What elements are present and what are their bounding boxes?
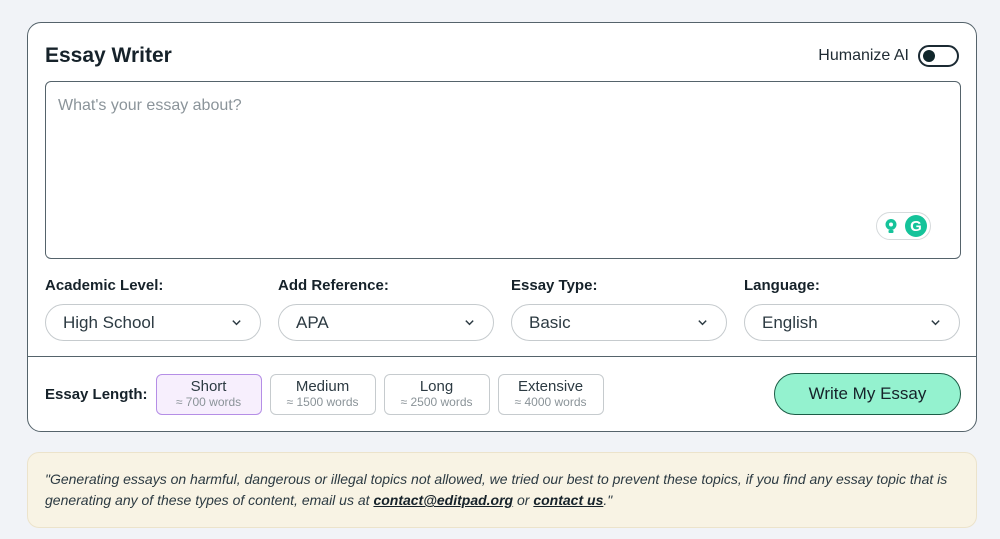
length-option-words: ≈ 700 words bbox=[175, 395, 242, 409]
add-reference-select[interactable]: APA bbox=[278, 304, 494, 341]
add-reference-label: Add Reference: bbox=[278, 277, 389, 294]
academic-level-select[interactable]: High School bbox=[45, 304, 261, 341]
length-option-words: ≈ 4000 words bbox=[514, 395, 587, 409]
length-option-words: ≈ 2500 words bbox=[400, 395, 473, 409]
length-option-title: Extensive bbox=[518, 378, 584, 395]
essay-length-row: Essay Length: Short ≈ 700 words Medium ≈… bbox=[45, 373, 961, 415]
chevron-down-icon bbox=[931, 320, 940, 326]
essay-options: Academic Level: High School Add Referenc… bbox=[45, 277, 961, 341]
divider bbox=[28, 356, 976, 357]
toggle-knob bbox=[923, 50, 935, 62]
length-option-title: Long bbox=[419, 378, 454, 395]
content-policy-notice: "Generating essays on harmful, dangerous… bbox=[27, 452, 977, 528]
length-option-long[interactable]: Long ≈ 2500 words bbox=[383, 373, 490, 415]
add-reference-value: APA bbox=[296, 312, 329, 332]
textarea-tools: G bbox=[876, 212, 931, 240]
essay-type-select[interactable]: Basic bbox=[511, 304, 727, 341]
humanize-ai-toggle-group: Humanize AI bbox=[818, 45, 959, 67]
chevron-down-icon bbox=[232, 320, 241, 326]
language-select[interactable]: English bbox=[744, 304, 960, 341]
essay-type-label: Essay Type: bbox=[511, 277, 598, 294]
essay-type-value: Basic bbox=[529, 312, 571, 332]
lightbulb-icon[interactable] bbox=[880, 215, 902, 237]
academic-level-value: High School bbox=[63, 312, 155, 332]
contact-email-link[interactable]: contact@editpad.org bbox=[373, 492, 513, 508]
humanize-ai-label: Humanize AI bbox=[818, 47, 909, 64]
length-option-title: Medium bbox=[295, 378, 350, 395]
essay-type-group: Essay Type: Basic bbox=[511, 277, 727, 341]
academic-level-group: Academic Level: High School bbox=[45, 277, 261, 341]
length-option-words: ≈ 1500 words bbox=[286, 395, 359, 409]
grammarly-icon[interactable]: G bbox=[905, 215, 927, 237]
language-group: Language: English bbox=[744, 277, 960, 341]
essay-topic-input[interactable]: What's your essay about? G bbox=[45, 81, 961, 259]
essay-length-label: Essay Length: bbox=[45, 385, 148, 403]
academic-level-label: Academic Level: bbox=[45, 277, 164, 294]
length-option-short[interactable]: Short ≈ 700 words bbox=[155, 373, 262, 415]
length-option-title: Short bbox=[190, 378, 227, 395]
humanize-ai-toggle[interactable] bbox=[918, 45, 959, 67]
language-label: Language: bbox=[744, 277, 820, 294]
contact-us-link[interactable]: contact us bbox=[533, 492, 603, 508]
add-reference-group: Add Reference: APA bbox=[278, 277, 494, 341]
length-option-extensive[interactable]: Extensive ≈ 4000 words bbox=[497, 373, 604, 415]
notice-text-after: ." bbox=[603, 492, 613, 508]
notice-text-middle: or bbox=[513, 492, 534, 508]
essay-writer-card: Essay Writer Humanize AI What's your ess… bbox=[27, 22, 977, 432]
essay-topic-placeholder: What's your essay about? bbox=[58, 97, 242, 114]
language-value: English bbox=[762, 312, 818, 332]
write-my-essay-button[interactable]: Write My Essay bbox=[774, 373, 961, 415]
length-option-medium[interactable]: Medium ≈ 1500 words bbox=[269, 373, 376, 415]
chevron-down-icon bbox=[698, 320, 707, 326]
page-title: Essay Writer bbox=[45, 44, 172, 67]
chevron-down-icon bbox=[465, 320, 474, 326]
